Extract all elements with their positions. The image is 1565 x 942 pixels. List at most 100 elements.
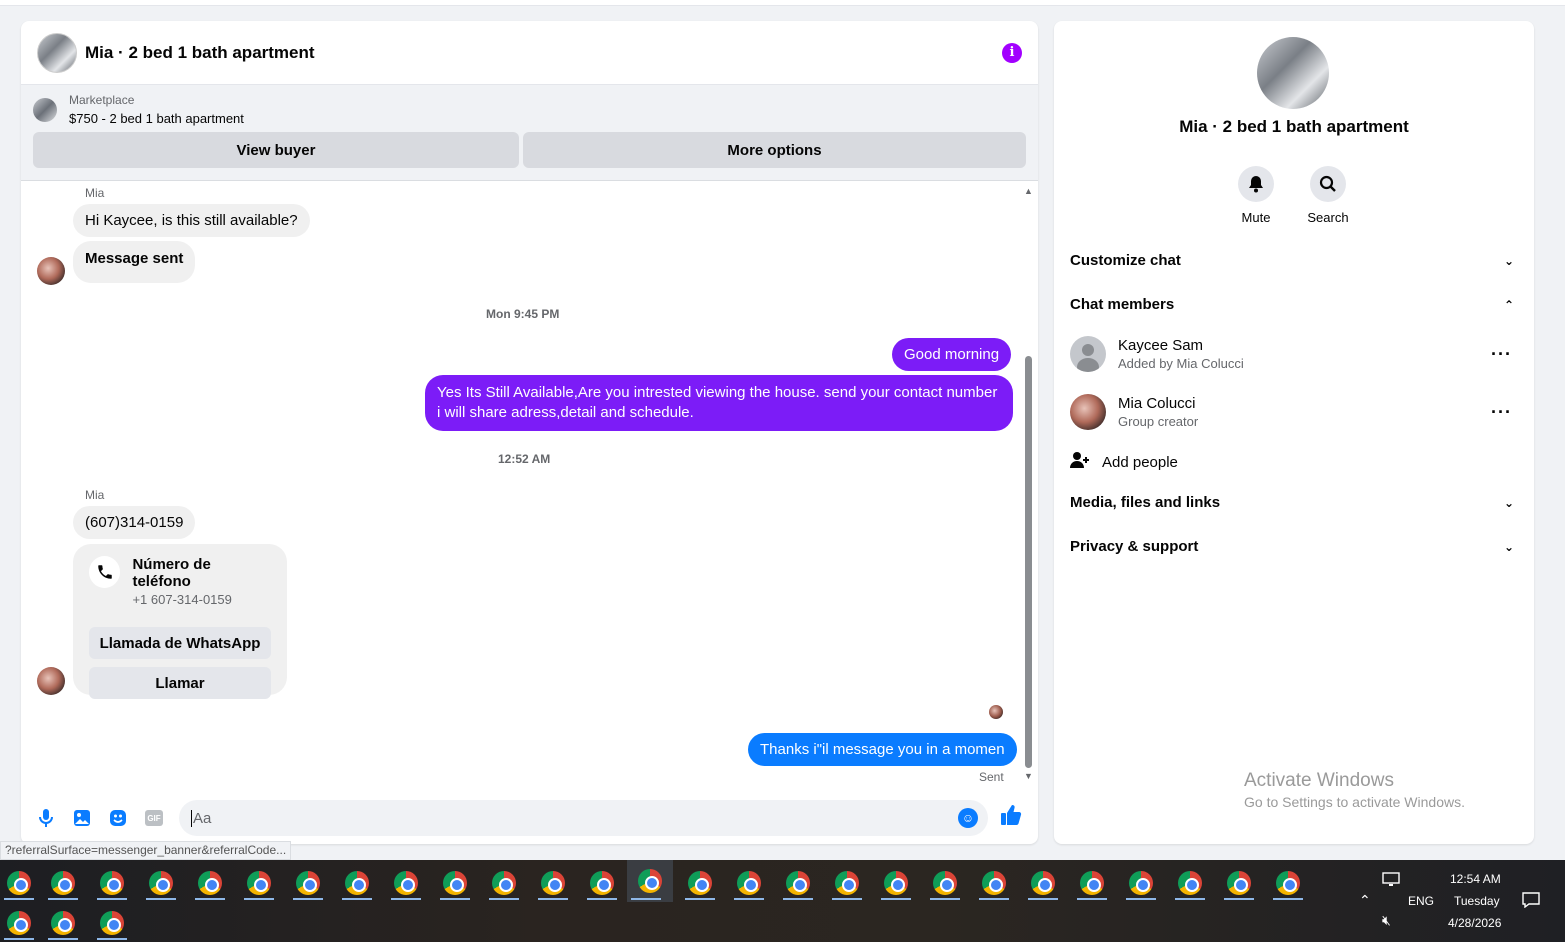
emoji-icon[interactable]: ☺ bbox=[958, 808, 978, 828]
chrome-taskbar-icon[interactable] bbox=[877, 864, 915, 902]
chevron-up-icon[interactable]: ⌃ bbox=[1359, 892, 1371, 909]
chrome-taskbar-icon[interactable] bbox=[1073, 864, 1111, 902]
chrome-taskbar-icon[interactable] bbox=[240, 864, 278, 902]
network-icon[interactable] bbox=[1382, 872, 1400, 891]
media-files-links-row[interactable]: Media, files and links ⌄ bbox=[1070, 494, 1518, 511]
watermark-line-1: Activate Windows bbox=[1244, 770, 1394, 791]
search-icon bbox=[1310, 166, 1346, 202]
chrome-taskbar-icon[interactable] bbox=[387, 864, 425, 902]
chrome-taskbar-icon[interactable] bbox=[828, 864, 866, 902]
message-bubble-outgoing[interactable]: Yes Its Still Available,Are you intreste… bbox=[425, 375, 1013, 431]
chrome-taskbar-icon[interactable] bbox=[1269, 864, 1307, 902]
sticker-icon[interactable] bbox=[105, 805, 131, 831]
media-files-links-label: Media, files and links bbox=[1070, 494, 1221, 511]
language-indicator[interactable]: ENG bbox=[1408, 894, 1434, 908]
mute-label: Mute bbox=[1241, 210, 1271, 225]
photo-icon[interactable] bbox=[69, 805, 95, 831]
speaker-muted-icon[interactable]: 🔇︎ bbox=[1382, 912, 1391, 929]
member-name: Kaycee Sam bbox=[1118, 337, 1204, 354]
read-receipt-avatar bbox=[989, 705, 1003, 719]
scroll-up-arrow[interactable]: ▲ bbox=[1024, 186, 1033, 196]
sender-avatar[interactable] bbox=[37, 667, 65, 695]
clock-date[interactable]: 4/28/2026 bbox=[1448, 916, 1501, 930]
notification-icon[interactable] bbox=[1522, 892, 1540, 911]
chat-avatar[interactable] bbox=[37, 32, 77, 73]
call-button[interactable]: Llamar bbox=[89, 667, 271, 699]
thumbs-up-icon[interactable] bbox=[1000, 804, 1022, 832]
add-person-icon bbox=[1070, 451, 1090, 473]
chat-avatar-large[interactable] bbox=[1257, 37, 1329, 109]
timestamp: 12:52 AM bbox=[498, 452, 551, 466]
customize-chat-row[interactable]: Customize chat ⌄ bbox=[1070, 252, 1518, 269]
gif-icon[interactable]: GIF bbox=[141, 805, 167, 831]
member-row[interactable]: Kaycee Sam Added by Mia Colucci ··· bbox=[1070, 336, 1518, 372]
chrome-taskbar-icon[interactable] bbox=[44, 864, 82, 902]
chrome-taskbar-icon[interactable] bbox=[0, 904, 38, 942]
scroll-down-arrow[interactable]: ▼ bbox=[1024, 771, 1033, 781]
privacy-support-label: Privacy & support bbox=[1070, 538, 1199, 555]
chrome-taskbar-icon[interactable] bbox=[93, 904, 131, 942]
chrome-taskbar-icon[interactable] bbox=[730, 864, 768, 902]
sender-name: Mia bbox=[85, 488, 105, 502]
default-avatar-icon bbox=[1070, 336, 1106, 372]
chrome-taskbar-icon[interactable] bbox=[93, 864, 131, 902]
add-people-label: Add people bbox=[1102, 453, 1178, 471]
activate-windows-watermark: Activate Windows Go to Settings to activ… bbox=[1244, 770, 1465, 810]
chrome-taskbar-icon[interactable] bbox=[681, 864, 719, 902]
info-icon[interactable]: i bbox=[1002, 42, 1022, 63]
more-options-icon[interactable]: ··· bbox=[1491, 402, 1512, 423]
chat-title[interactable]: Mia · 2 bed 1 bath apartment bbox=[85, 43, 315, 63]
chrome-taskbar-icon[interactable] bbox=[1220, 864, 1258, 902]
chat-members-row[interactable]: Chat members ⌃ bbox=[1070, 296, 1518, 313]
clock-time[interactable]: 12:54 AM bbox=[1450, 872, 1501, 886]
microphone-icon[interactable] bbox=[33, 805, 59, 831]
chrome-taskbar-icon[interactable] bbox=[534, 864, 572, 902]
message-input-placeholder: Aa bbox=[191, 809, 958, 827]
customize-chat-label: Customize chat bbox=[1070, 252, 1181, 269]
listing-title[interactable]: $750 - 2 bed 1 bath apartment bbox=[69, 111, 244, 126]
view-buyer-button[interactable]: View buyer bbox=[33, 132, 519, 168]
more-options-icon[interactable]: ··· bbox=[1491, 344, 1512, 365]
chrome-taskbar-icon[interactable] bbox=[926, 864, 964, 902]
chrome-taskbar-icon[interactable] bbox=[191, 864, 229, 902]
chrome-taskbar-icon[interactable] bbox=[485, 864, 523, 902]
chrome-taskbar-icon[interactable] bbox=[142, 864, 180, 902]
chrome-taskbar-icon[interactable] bbox=[338, 864, 376, 902]
chrome-taskbar-icon-active[interactable] bbox=[627, 860, 673, 902]
clock-day[interactable]: Tuesday bbox=[1454, 894, 1500, 908]
marketplace-label: Marketplace bbox=[69, 93, 135, 107]
privacy-support-row[interactable]: Privacy & support ⌄ bbox=[1070, 538, 1518, 555]
sender-avatar[interactable] bbox=[37, 257, 65, 285]
message-bubble-outgoing[interactable]: Thanks i"il message you in a momen bbox=[748, 733, 1017, 766]
listing-thumbnail bbox=[33, 97, 57, 122]
search-label: Search bbox=[1307, 210, 1349, 225]
member-row[interactable]: Mia Colucci Group creator ··· bbox=[1070, 394, 1518, 430]
message-bubble-incoming[interactable]: Message sent bbox=[73, 241, 196, 283]
more-options-button[interactable]: More options bbox=[523, 132, 1026, 168]
message-bubble-outgoing[interactable]: Good morning bbox=[892, 338, 1012, 371]
browser-top-edge bbox=[0, 0, 1565, 6]
member-name: Mia Colucci bbox=[1118, 395, 1196, 412]
add-people-row[interactable]: Add people bbox=[1070, 451, 1518, 473]
chrome-taskbar-icon[interactable] bbox=[583, 864, 621, 902]
chrome-taskbar-icon[interactable] bbox=[436, 864, 474, 902]
message-input[interactable]: Aa ☺ bbox=[179, 800, 988, 836]
chrome-taskbar-icon[interactable] bbox=[779, 864, 817, 902]
message-scrollbar[interactable] bbox=[1025, 356, 1032, 768]
chrome-taskbar-icon[interactable] bbox=[1024, 864, 1062, 902]
message-bubble-incoming[interactable]: (607)314-0159 bbox=[73, 506, 196, 539]
mute-button[interactable]: Mute bbox=[1226, 166, 1286, 225]
chrome-taskbar-icon[interactable] bbox=[1171, 864, 1209, 902]
message-list: Mia Hi Kaycee, is this still available? … bbox=[21, 183, 1038, 793]
phone-card-title: Número de teléfono bbox=[132, 556, 211, 590]
chevron-down-icon: ⌄ bbox=[1503, 539, 1514, 554]
timestamp: Mon 9:45 PM bbox=[486, 307, 560, 321]
chrome-taskbar-icon[interactable] bbox=[289, 864, 327, 902]
whatsapp-call-button[interactable]: Llamada de WhatsApp bbox=[89, 627, 271, 659]
chrome-taskbar-icon[interactable] bbox=[1122, 864, 1160, 902]
chrome-taskbar-icon[interactable] bbox=[975, 864, 1013, 902]
message-bubble-incoming[interactable]: Hi Kaycee, is this still available? bbox=[73, 204, 310, 237]
chrome-taskbar-icon[interactable] bbox=[0, 864, 38, 902]
search-button[interactable]: Search bbox=[1298, 166, 1358, 225]
chrome-taskbar-icon[interactable] bbox=[44, 904, 82, 942]
